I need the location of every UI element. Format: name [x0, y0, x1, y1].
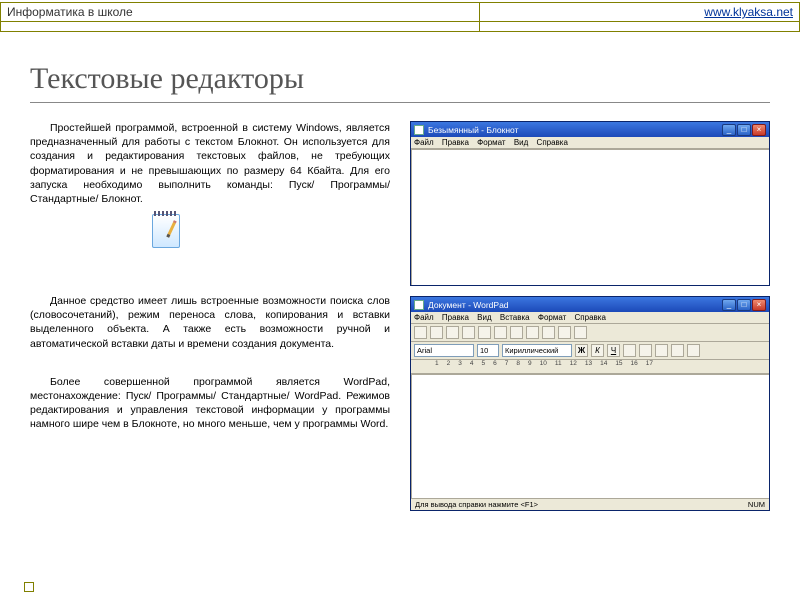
status-left: Для вывода справки нажмите <F1> — [415, 500, 538, 509]
maximize-icon[interactable]: □ — [737, 299, 751, 311]
save-icon[interactable] — [446, 326, 459, 339]
wordpad-statusbar: Для вывода справки нажмите <F1> NUM — [411, 498, 769, 510]
paragraph-2: Данное средство имеет лишь встроенные во… — [30, 294, 390, 351]
notepad-client-area[interactable] — [411, 149, 769, 285]
menu-item[interactable]: Вид — [477, 313, 491, 322]
paragraph-1: Простейшей программой, встроенной в сист… — [30, 121, 390, 206]
wordpad-ruler: 1234567891011121314151617 — [411, 360, 769, 374]
bullets-icon[interactable] — [687, 344, 700, 357]
copy-icon[interactable] — [526, 326, 539, 339]
notepad-icon — [150, 210, 182, 250]
print-icon[interactable] — [462, 326, 475, 339]
wordpad-client-area[interactable] — [411, 374, 769, 498]
header-table: Информатика в школе www.klyaksa.net — [0, 2, 800, 32]
notepad-titlebar: Безымянный - Блокнот _ □ × — [411, 122, 769, 137]
header-link[interactable]: www.klyaksa.net — [704, 5, 793, 19]
header-left: Информатика в школе — [1, 3, 480, 22]
menu-item[interactable]: Правка — [442, 313, 469, 322]
find-icon[interactable] — [494, 326, 507, 339]
notepad-menubar: Файл Правка Формат Вид Справка — [411, 137, 769, 149]
menu-item[interactable]: Справка — [575, 313, 606, 322]
menu-item[interactable]: Правка — [442, 138, 469, 147]
italic-icon[interactable]: К — [591, 344, 604, 357]
menu-item[interactable]: Формат — [477, 138, 505, 147]
charset-select[interactable]: Кириллический — [502, 344, 572, 357]
menu-item[interactable]: Файл — [414, 313, 434, 322]
align-right-icon[interactable] — [671, 344, 684, 357]
screenshots-column: Безымянный - Блокнот _ □ × Файл Правка Ф… — [410, 121, 770, 511]
open-icon[interactable] — [430, 326, 443, 339]
close-icon[interactable]: × — [752, 124, 766, 136]
minimize-icon[interactable]: _ — [722, 124, 736, 136]
menu-item[interactable]: Справка — [537, 138, 568, 147]
font-select[interactable]: Arial — [414, 344, 474, 357]
paragraph-3: Более совершенной программой является Wo… — [30, 375, 390, 432]
close-icon[interactable]: × — [752, 299, 766, 311]
wordpad-titlebar: Документ - WordPad _ □ × — [411, 297, 769, 312]
paste-icon[interactable] — [542, 326, 555, 339]
maximize-icon[interactable]: □ — [737, 124, 751, 136]
page-title: Текстовые редакторы — [30, 62, 770, 103]
wordpad-menubar: Файл Правка Вид Вставка Формат Справка — [411, 312, 769, 324]
minimize-icon[interactable]: _ — [722, 299, 736, 311]
menu-item[interactable]: Файл — [414, 138, 434, 147]
status-right: NUM — [748, 500, 765, 509]
bold-icon[interactable]: Ж — [575, 344, 588, 357]
underline-icon[interactable]: Ч — [607, 344, 620, 357]
notepad-title: Безымянный - Блокнот — [428, 125, 722, 135]
preview-icon[interactable] — [478, 326, 491, 339]
text-column: Простейшей программой, встроенной в сист… — [30, 121, 390, 511]
footer-marker — [24, 582, 34, 592]
align-left-icon[interactable] — [639, 344, 652, 357]
wordpad-window: Документ - WordPad _ □ × Файл Правка Вид… — [410, 296, 770, 511]
wordpad-title: Документ - WordPad — [428, 300, 722, 310]
datetime-icon[interactable] — [574, 326, 587, 339]
color-icon[interactable] — [623, 344, 636, 357]
new-icon[interactable] — [414, 326, 427, 339]
wordpad-app-icon — [414, 300, 424, 310]
size-select[interactable]: 10 — [477, 344, 499, 357]
notepad-app-icon — [414, 125, 424, 135]
cut-icon[interactable] — [510, 326, 523, 339]
header-right: www.klyaksa.net — [480, 3, 800, 22]
undo-icon[interactable] — [558, 326, 571, 339]
wordpad-toolbar-2: Arial 10 Кириллический Ж К Ч — [411, 342, 769, 360]
align-center-icon[interactable] — [655, 344, 668, 357]
menu-item[interactable]: Вид — [514, 138, 528, 147]
menu-item[interactable]: Формат — [538, 313, 566, 322]
menu-item[interactable]: Вставка — [500, 313, 530, 322]
wordpad-toolbar-1 — [411, 324, 769, 342]
notepad-window: Безымянный - Блокнот _ □ × Файл Правка Ф… — [410, 121, 770, 286]
